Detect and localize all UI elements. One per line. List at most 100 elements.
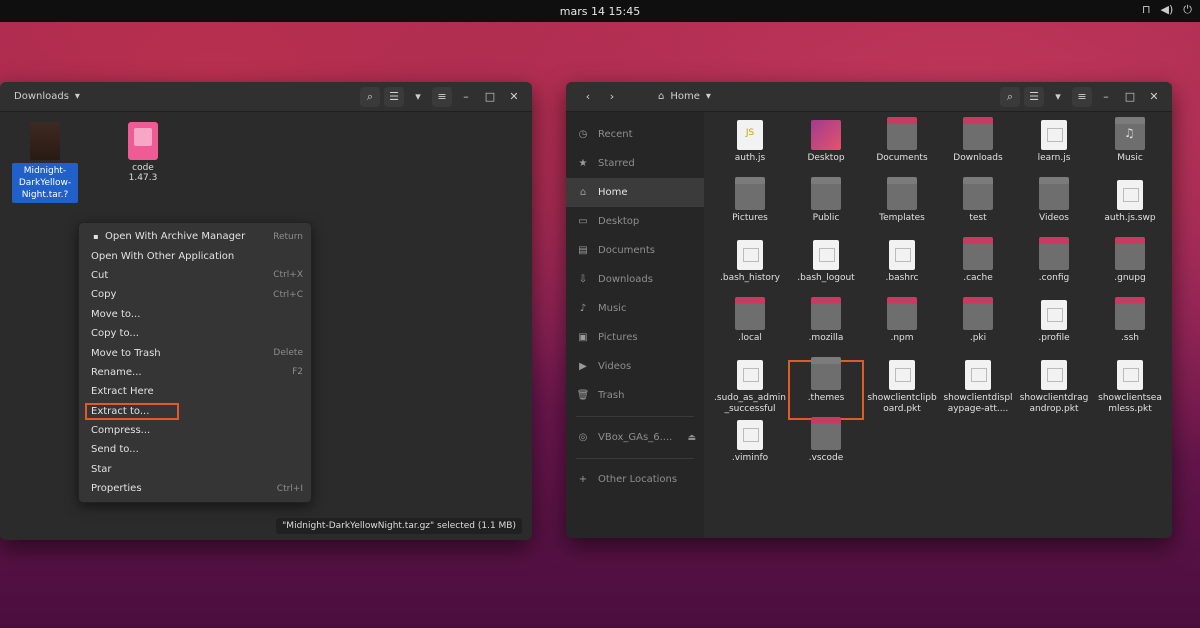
menu-item-compress[interactable]: Compress... (79, 421, 311, 440)
menu-item-rename[interactable]: Rename... F2 (79, 363, 311, 382)
file-item[interactable]: .themes (788, 357, 864, 420)
hamburger-icon: ≡ (437, 90, 447, 103)
forward-button[interactable]: › (602, 87, 622, 107)
file-item[interactable]: test (940, 177, 1016, 240)
file-item[interactable]: showclientseamless.pkt (1092, 360, 1168, 420)
extract-to-label: Extract to... (84, 402, 180, 420)
back-button[interactable]: ‹ (578, 87, 598, 107)
file-item[interactable]: Templates (864, 177, 940, 240)
maximize-button[interactable]: □ (1120, 87, 1140, 107)
view-toggle-button[interactable]: ☰ (1024, 86, 1044, 107)
menu-item-send-to[interactable]: Send to... (79, 440, 311, 459)
network-icon[interactable]: ⊓ (1142, 3, 1151, 17)
file-item[interactable]: .local (712, 297, 788, 360)
sidebar-item-music[interactable]: ♪ Music (566, 294, 704, 323)
folder-icon (811, 297, 841, 330)
file-item[interactable]: .sudo_as_admin_successful (712, 360, 788, 420)
menu-item-extract-here[interactable]: Extract Here (79, 382, 311, 401)
close-button[interactable]: ✕ (1144, 87, 1164, 107)
path-button-home[interactable]: ⌂ Home ▾ (652, 89, 717, 104)
file-item[interactable]: Videos (1016, 177, 1092, 240)
left-content-area[interactable]: Midnight-DarkYellow-Night.tar.? code 1.4… (0, 112, 532, 540)
minimize-button[interactable]: – (456, 87, 476, 107)
search-button[interactable]: ⌕ (1000, 86, 1020, 107)
system-tray[interactable]: ⊓ ◀) ⏻ (1142, 3, 1192, 17)
close-button[interactable]: ✕ (504, 87, 524, 107)
menu-item-open-other-app[interactable]: Open With Other Application (79, 246, 311, 265)
file-item[interactable]: .bash_logout (788, 240, 864, 300)
file-label: .npm (890, 333, 914, 343)
menu-item-cut[interactable]: Cut Ctrl+X (79, 266, 311, 285)
file-item[interactable]: Music (1092, 117, 1168, 180)
sidebar-item-desktop[interactable]: ▭ Desktop (566, 207, 704, 236)
menu-button[interactable]: ≡ (1072, 86, 1092, 107)
file-item[interactable]: .gnupg (1092, 237, 1168, 300)
close-icon: ✕ (1149, 90, 1159, 103)
menu-item-copy[interactable]: Copy Ctrl+C (79, 285, 311, 304)
file-item[interactable]: .npm (864, 297, 940, 360)
menu-item-copy-to[interactable]: Copy to... (79, 324, 311, 343)
file-item[interactable]: Desktop (788, 120, 864, 180)
file-item[interactable]: Pictures (712, 177, 788, 240)
file-item[interactable]: .mozilla (788, 297, 864, 360)
sidebar-item-other-locations[interactable]: + Other Locations (566, 465, 704, 494)
menu-item-properties[interactable]: Properties Ctrl+I (79, 479, 311, 498)
menu-item-star[interactable]: Star (79, 460, 311, 479)
file-item[interactable]: .pki (940, 297, 1016, 360)
file-item[interactable]: Downloads (940, 117, 1016, 180)
desktop-folder-icon (811, 120, 841, 150)
sidebar-item-trash[interactable]: 🗑 Trash (566, 381, 704, 410)
file-item[interactable]: Public (788, 177, 864, 240)
file-grid[interactable]: auth.js Desktop Documents Downloads learn.js… (704, 112, 1172, 538)
text-file-icon (737, 360, 763, 390)
file-item[interactable]: auth.js.swp (1092, 180, 1168, 240)
menu-item-extract-to[interactable]: Extract to... (79, 402, 311, 421)
file-item[interactable]: .profile (1016, 300, 1092, 360)
sidebar-item-recent[interactable]: ◷ Recent (566, 120, 704, 149)
file-label: .sudo_as_admin_successful (714, 393, 786, 414)
file-item[interactable]: auth.js (712, 120, 788, 180)
menu-item-move-to-trash[interactable]: Move to Trash Delete (79, 343, 311, 362)
view-options-button[interactable]: ▾ (408, 87, 428, 107)
file-item[interactable]: .ssh (1092, 297, 1168, 360)
sidebar-item-videos[interactable]: ▶ Videos (566, 352, 704, 381)
path-button-downloads[interactable]: Downloads ▾ (8, 89, 86, 104)
clock[interactable]: mars 14 15:45 (560, 5, 640, 18)
menu-button[interactable]: ≡ (432, 86, 452, 107)
file-item[interactable]: showclientdisplaypage-att.... (940, 360, 1016, 420)
volume-icon[interactable]: ◀) (1161, 3, 1174, 17)
sidebar-item-starred[interactable]: ★ Starred (566, 149, 704, 178)
sidebar-item-home[interactable]: ⌂ Home (566, 178, 704, 207)
home-icon: ⌂ (658, 91, 665, 102)
power-icon[interactable]: ⏻ (1183, 3, 1192, 17)
file-item-code[interactable]: code 1.47.3 (106, 122, 180, 183)
file-item[interactable]: .vscode (788, 417, 864, 480)
downloads-window: Downloads ▾ ⌕ ☰ ▾ ≡ – □ ✕ Midnight-DarkY… (0, 82, 532, 540)
file-item[interactable]: .bashrc (864, 240, 940, 300)
file-item[interactable]: .bash_history (712, 240, 788, 300)
file-item[interactable]: .cache (940, 237, 1016, 300)
sidebar-item-downloads[interactable]: ⇩ Downloads (566, 265, 704, 294)
minimize-button[interactable]: – (1096, 87, 1116, 107)
file-item[interactable]: showclientclipboard.pkt (864, 360, 940, 420)
maximize-button[interactable]: □ (480, 87, 500, 107)
folder-icon (1039, 237, 1069, 270)
eject-icon[interactable]: ⏏ (687, 433, 696, 443)
menu-item-open-archive-manager[interactable]: ▪ Open With Archive Manager Return (79, 227, 311, 246)
sidebar-item-vbox-disc[interactable]: ◎ VBox_GAs_6.... ⏏ (566, 423, 704, 452)
sidebar-item-pictures[interactable]: ▣ Pictures (566, 323, 704, 352)
file-item[interactable]: learn.js (1016, 120, 1092, 180)
view-options-button[interactable]: ▾ (1048, 87, 1068, 107)
maximize-icon: □ (1124, 90, 1136, 103)
menu-item-move-to[interactable]: Move to... (79, 305, 311, 324)
folder-icon (811, 417, 841, 450)
file-item[interactable]: Documents (864, 117, 940, 180)
file-item[interactable]: .viminfo (712, 420, 788, 480)
view-toggle-button[interactable]: ☰ (384, 86, 404, 107)
file-label: Videos (1039, 213, 1069, 223)
sidebar-item-documents[interactable]: ▤ Documents (566, 236, 704, 265)
search-button[interactable]: ⌕ (360, 86, 380, 107)
file-item-archive[interactable]: Midnight-DarkYellow-Night.tar.? (8, 122, 82, 203)
file-item[interactable]: .config (1016, 237, 1092, 300)
file-item[interactable]: showclientdragandrop.pkt (1016, 360, 1092, 420)
